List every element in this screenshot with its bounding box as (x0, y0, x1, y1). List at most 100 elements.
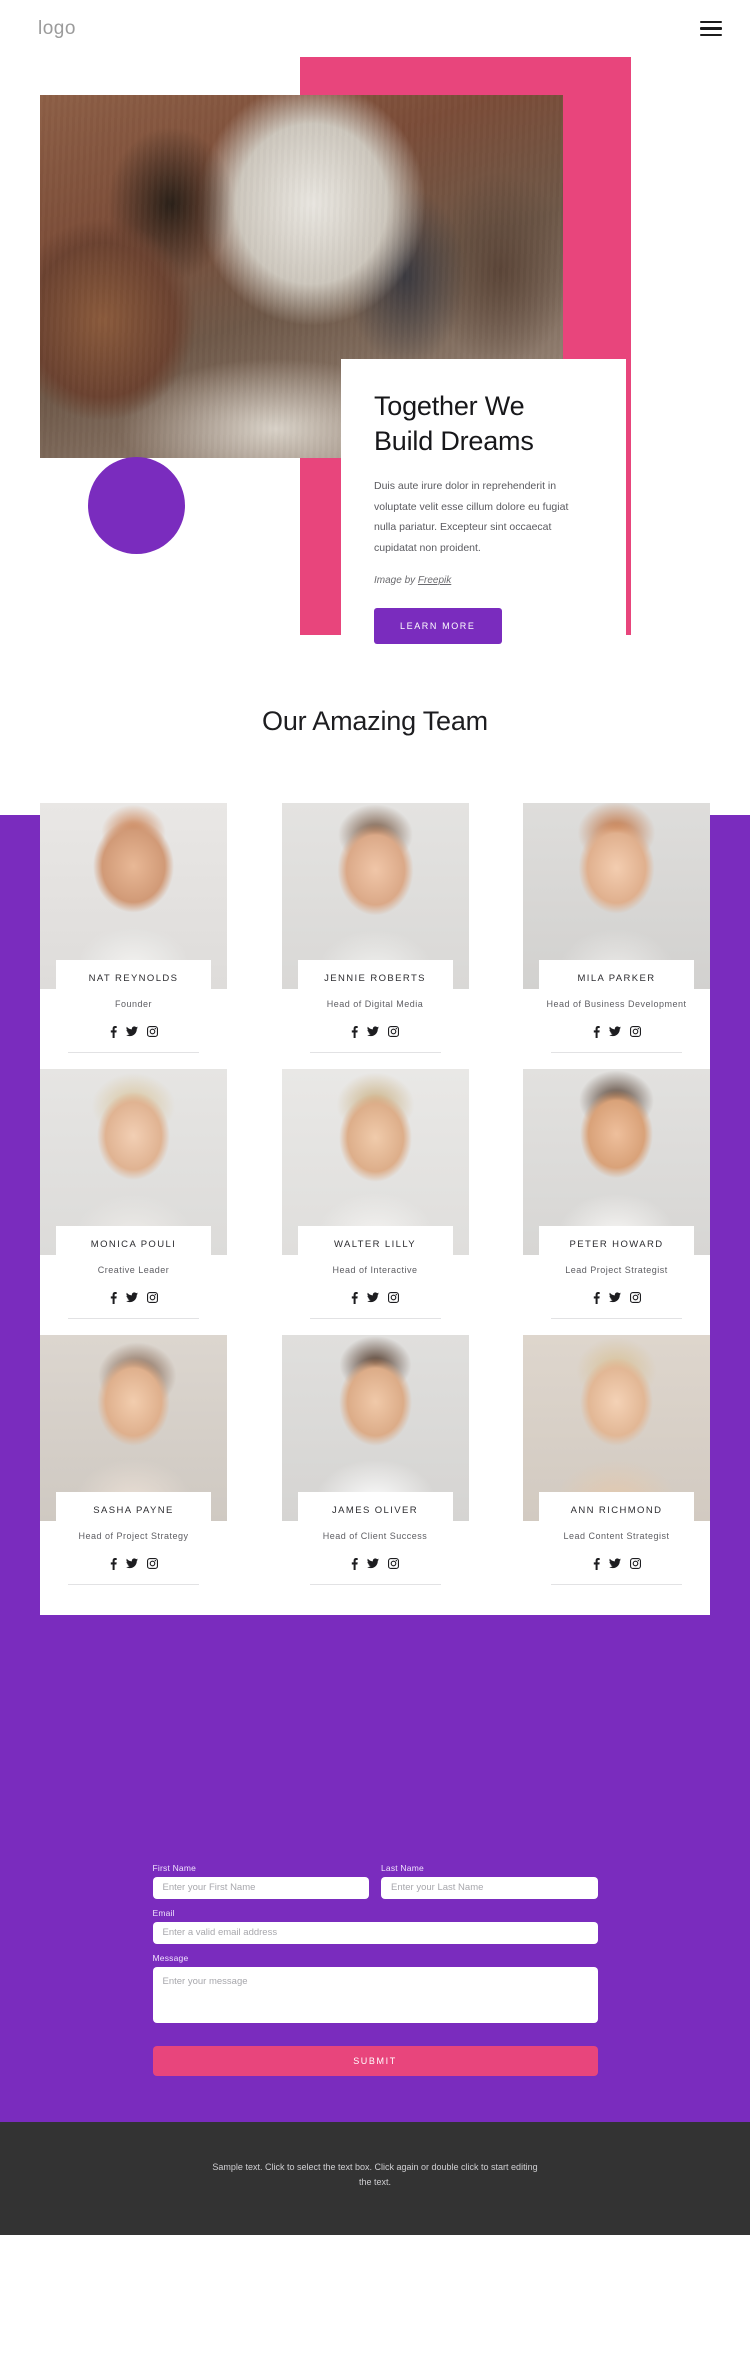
twitter-icon[interactable] (367, 1558, 379, 1569)
member-socials (533, 1291, 700, 1304)
message-label: Message (152, 1952, 189, 1963)
hero-credit-link[interactable]: Freepik (418, 575, 451, 586)
member-socials (292, 1291, 459, 1304)
instagram-icon[interactable] (388, 1292, 399, 1304)
member-socials (50, 1025, 217, 1038)
team-row: MONICA POULI Creative Leader WALTER LILL… (40, 1068, 710, 1319)
member-divider (309, 1317, 441, 1319)
twitter-icon[interactable] (608, 1292, 621, 1303)
team-member-card[interactable]: ANN RICHMOND Lead Content Strategist (523, 1334, 710, 1585)
facebook-icon[interactable] (351, 1291, 358, 1304)
submit-button[interactable]: SUBMIT (152, 2045, 598, 2076)
member-divider (68, 1317, 199, 1319)
member-name: NAT REYNOLDS (88, 973, 179, 984)
team-member-card[interactable]: MONICA POULI Creative Leader (40, 1068, 227, 1319)
first-name-label: First Name (152, 1862, 197, 1873)
facebook-icon[interactable] (351, 1025, 358, 1038)
last-name-label: Last Name (381, 1862, 424, 1873)
instagram-icon[interactable] (388, 1026, 399, 1038)
site-header: logo (0, 0, 750, 57)
learn-more-button[interactable]: LEARN MORE (374, 607, 502, 644)
twitter-icon[interactable] (608, 1558, 621, 1569)
hero-title-line-1: Together We (374, 391, 525, 421)
hero-purple-circle (88, 457, 185, 554)
member-divider (68, 1583, 199, 1585)
member-role: Lead Content Strategist (563, 1530, 670, 1541)
twitter-icon[interactable] (367, 1292, 379, 1303)
member-socials (292, 1025, 459, 1038)
member-photo: NAT REYNOLDS (40, 803, 227, 989)
team-row: SASHA PAYNE Head of Project Strategy JAM… (40, 1334, 710, 1585)
twitter-icon[interactable] (608, 1026, 621, 1037)
member-photo: SASHA PAYNE (40, 1334, 227, 1521)
team-row: NAT REYNOLDS Founder JENNIE ROBERTS Head… (40, 803, 710, 1053)
member-name-plate: PETER HOWARD (539, 1225, 694, 1255)
hero-title: Together We Build Dreams (374, 389, 593, 458)
email-field-group: Email (152, 1907, 598, 1944)
twitter-icon[interactable] (367, 1026, 379, 1037)
member-role: Lead Project Strategist (565, 1264, 668, 1275)
member-name-plate: MONICA POULI (56, 1225, 211, 1255)
member-divider (68, 1051, 199, 1053)
hero-text-card: Together We Build Dreams Duis aute irure… (341, 359, 626, 680)
member-name: ANN RICHMOND (570, 1504, 663, 1516)
member-photo: MILA PARKER (523, 803, 710, 989)
member-socials (50, 1557, 217, 1570)
member-name: MILA PARKER (577, 973, 656, 984)
facebook-icon[interactable] (593, 1025, 600, 1038)
team-member-card[interactable]: JAMES OLIVER Head of Client Success (281, 1334, 469, 1585)
member-role: Creative Leader (97, 1264, 170, 1275)
team-member-card[interactable]: NAT REYNOLDS Founder (40, 803, 227, 1053)
site-logo[interactable]: logo (38, 18, 76, 40)
instagram-icon[interactable] (146, 1558, 158, 1570)
instagram-icon[interactable] (146, 1292, 158, 1304)
member-name-plate: JAMES OLIVER (297, 1491, 453, 1521)
contact-form: First Name Last Name Email Message SUBMI… (152, 1862, 598, 2076)
twitter-icon[interactable] (125, 1558, 138, 1569)
member-name: SASHA PAYNE (93, 1504, 174, 1516)
hamburger-menu-icon[interactable] (700, 20, 722, 37)
instagram-icon[interactable] (146, 1026, 158, 1038)
team-member-card[interactable]: MILA PARKER Head of Business Development (523, 803, 710, 1053)
instagram-icon[interactable] (629, 1292, 641, 1304)
instagram-icon[interactable] (388, 1558, 399, 1570)
member-divider (551, 1583, 682, 1585)
member-divider (551, 1051, 682, 1053)
team-member-card[interactable]: JENNIE ROBERTS Head of Digital Media (281, 803, 469, 1053)
member-name: PETER HOWARD (569, 1238, 664, 1250)
hero-section: Together We Build Dreams Duis aute irure… (0, 35, 750, 680)
email-input[interactable] (152, 1921, 598, 1944)
member-role: Head of Interactive (332, 1264, 418, 1275)
facebook-icon[interactable] (593, 1557, 600, 1570)
member-photo: JENNIE ROBERTS (281, 803, 469, 989)
hero-credit-prefix: Image by (374, 574, 418, 586)
member-photo: MONICA POULI (40, 1068, 227, 1255)
facebook-icon[interactable] (351, 1557, 358, 1570)
team-member-card[interactable]: SASHA PAYNE Head of Project Strategy (40, 1334, 227, 1585)
team-section: NAT REYNOLDS Founder JENNIE ROBERTS Head… (0, 737, 750, 1847)
team-member-card[interactable]: PETER HOWARD Lead Project Strategist (523, 1068, 710, 1319)
member-divider (309, 1583, 441, 1585)
hero-title-line-2: Build Dreams (374, 425, 534, 456)
facebook-icon[interactable] (110, 1557, 117, 1570)
member-role: Head of Client Success (322, 1530, 428, 1541)
member-name: WALTER LILLY (333, 1238, 417, 1250)
last-name-field-group: Last Name (381, 1863, 598, 1899)
twitter-icon[interactable] (125, 1292, 138, 1303)
member-divider (309, 1051, 441, 1053)
facebook-icon[interactable] (593, 1291, 600, 1304)
team-member-card[interactable]: WALTER LILLY Head of Interactive (281, 1068, 469, 1319)
email-label: Email (152, 1907, 175, 1918)
message-textarea[interactable] (152, 1966, 598, 2023)
twitter-icon[interactable] (125, 1026, 138, 1037)
facebook-icon[interactable] (110, 1291, 117, 1304)
instagram-icon[interactable] (629, 1558, 641, 1570)
instagram-icon[interactable] (629, 1026, 641, 1038)
first-name-input[interactable] (152, 1876, 369, 1899)
member-name: JENNIE ROBERTS (324, 973, 426, 984)
first-name-field-group: First Name (152, 1862, 369, 1899)
member-photo: PETER HOWARD (523, 1068, 710, 1255)
last-name-input[interactable] (381, 1876, 598, 1899)
facebook-icon[interactable] (110, 1025, 117, 1038)
member-photo: ANN RICHMOND (523, 1334, 710, 1521)
